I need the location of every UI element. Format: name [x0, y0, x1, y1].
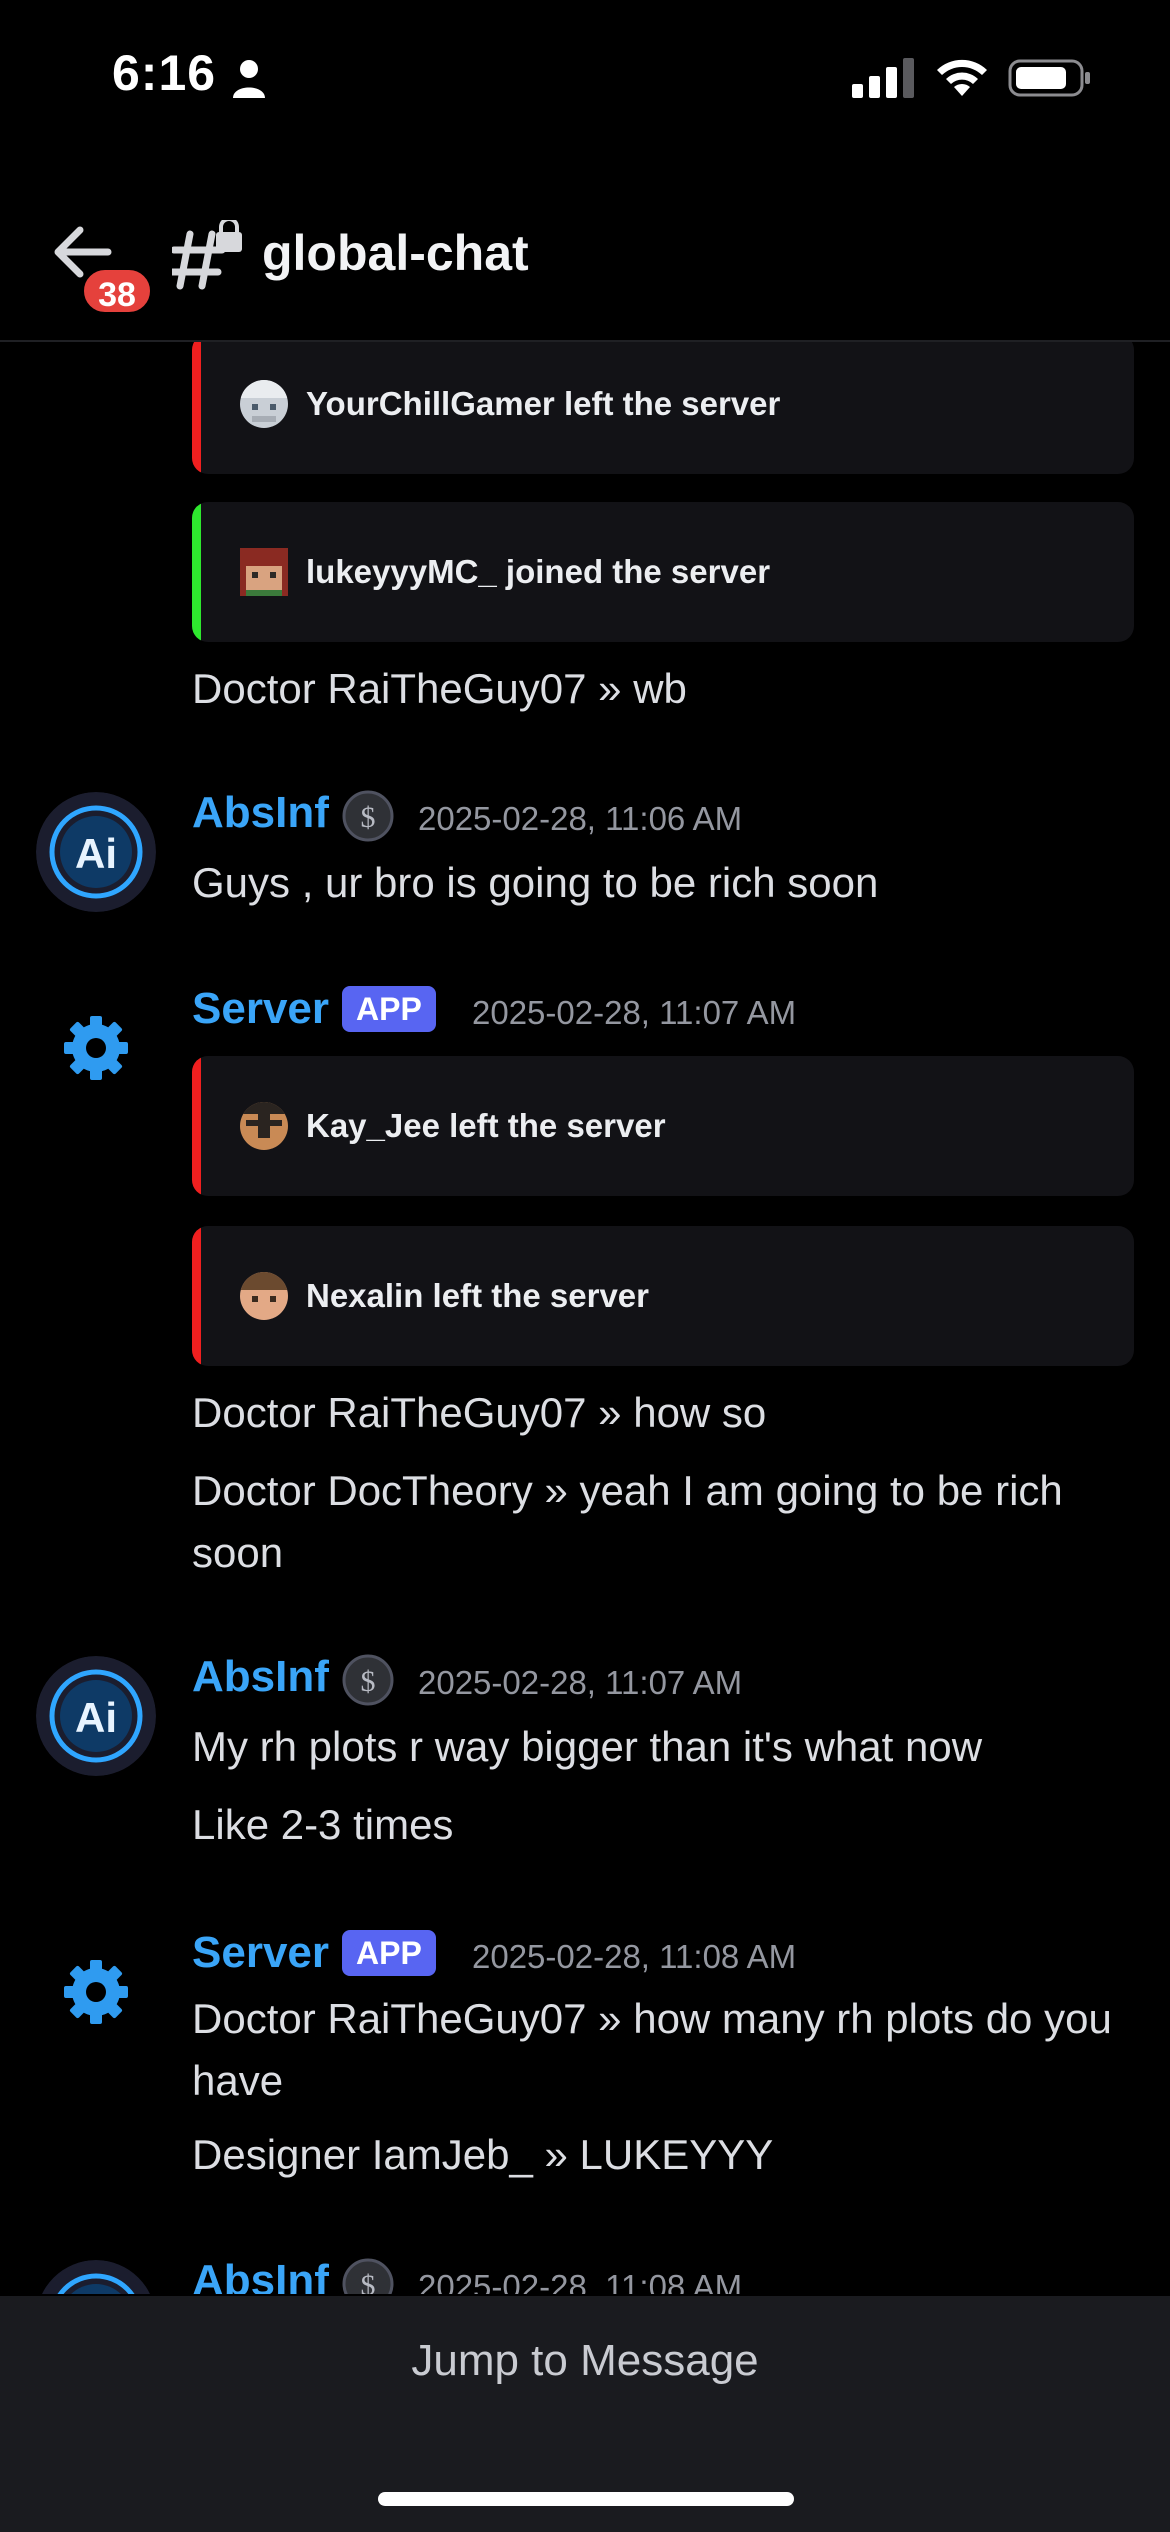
cellular-signal-icon	[852, 58, 914, 98]
leave-embed: YourChillGamer left the server	[192, 342, 1134, 474]
message-line: Doctor RaiTheGuy07 » how many rh plots d…	[192, 1995, 1112, 2104]
embed-text: lukeyyyMC_ joined the server	[306, 553, 771, 590]
message-line: Doctor RaiTheGuy07 » wb	[192, 665, 687, 712]
message-text: Guys , ur bro is going to be rich soon	[192, 859, 879, 906]
embed-accent-bar	[192, 1226, 201, 1366]
svg-text:$: $	[361, 801, 376, 834]
nitro-badge-icon: $	[342, 1654, 394, 1706]
gear-icon[interactable]	[60, 1956, 132, 2028]
embed-text: Kay_Jee left the server	[306, 1107, 666, 1144]
unread-badge: 38	[80, 266, 154, 316]
svg-text:$: $	[361, 2269, 376, 2294]
author-name[interactable]: Server	[192, 1928, 329, 1978]
svg-text:Ai: Ai	[75, 830, 117, 877]
embed-accent-bar	[192, 502, 201, 642]
jump-to-message-button[interactable]: Jump to Message	[0, 2336, 1170, 2386]
embed-text: Nexalin left the server	[306, 1277, 649, 1314]
nitro-badge-icon: $	[342, 2258, 394, 2294]
nitro-badge-icon: $	[342, 790, 394, 842]
author-name[interactable]: AbsInf	[192, 1652, 329, 1702]
wifi-icon	[937, 59, 987, 96]
avatar[interactable]	[36, 2260, 156, 2294]
timestamp: 2025-02-28, 11:08 AM	[418, 2268, 743, 2294]
svg-text:Ai: Ai	[75, 1694, 117, 1741]
timestamp: 2025-02-28, 11:07 AM	[472, 994, 797, 1031]
battery-icon	[1008, 59, 1090, 97]
message-text: Like 2-3 times	[192, 1801, 454, 1848]
player-head-avatar	[240, 380, 288, 428]
embed-accent-bar	[192, 342, 201, 474]
leave-embed: Nexalin left the server	[192, 1226, 1134, 1366]
player-head-avatar	[240, 1102, 288, 1150]
player-head-avatar	[240, 1272, 288, 1320]
timestamp: 2025-02-28, 11:07 AM	[418, 1664, 743, 1701]
svg-text:$: $	[361, 1665, 376, 1698]
message-line: Designer IamJeb_ » LUKEYYY	[192, 2131, 774, 2178]
embed-text: YourChillGamer left the server	[306, 385, 781, 422]
status-time: 6:16	[112, 45, 217, 101]
message-line: Doctor DocTheory » yeah I am going to be…	[192, 1467, 1063, 1576]
app-tag: APP	[342, 1930, 436, 1976]
message-line: Doctor RaiTheGuy07 » how so	[192, 1389, 767, 1436]
locked-channel-icon	[172, 220, 242, 290]
gear-icon[interactable]	[60, 1012, 132, 1084]
avatar[interactable]: Ai	[36, 792, 156, 912]
timestamp: 2025-02-28, 11:08 AM	[472, 1938, 797, 1975]
join-embed: lukeyyyMC_ joined the server	[192, 502, 1134, 642]
leave-embed: Kay_Jee left the server	[192, 1056, 1134, 1196]
message-text: My rh plots r way bigger than it's what …	[192, 1723, 983, 1770]
person-icon	[233, 60, 265, 98]
timestamp: 2025-02-28, 11:06 AM	[418, 800, 743, 837]
app-tag: APP	[342, 986, 436, 1032]
embed-accent-bar	[192, 1056, 201, 1196]
author-name[interactable]: Server	[192, 984, 329, 1034]
status-bar: 6:16	[0, 0, 1170, 150]
message-list[interactable]: YourChillGamer left the server lukeyyyMC…	[0, 342, 1170, 2294]
home-indicator[interactable]	[378, 2492, 794, 2506]
author-name[interactable]: AbsInf	[192, 788, 329, 838]
author-name[interactable]: AbsInf	[192, 2256, 329, 2294]
player-head-avatar	[240, 548, 288, 596]
channel-name[interactable]: global-chat	[262, 224, 529, 282]
channel-header: 38 global-chat	[0, 190, 1170, 342]
avatar[interactable]: Ai	[36, 1656, 156, 1776]
